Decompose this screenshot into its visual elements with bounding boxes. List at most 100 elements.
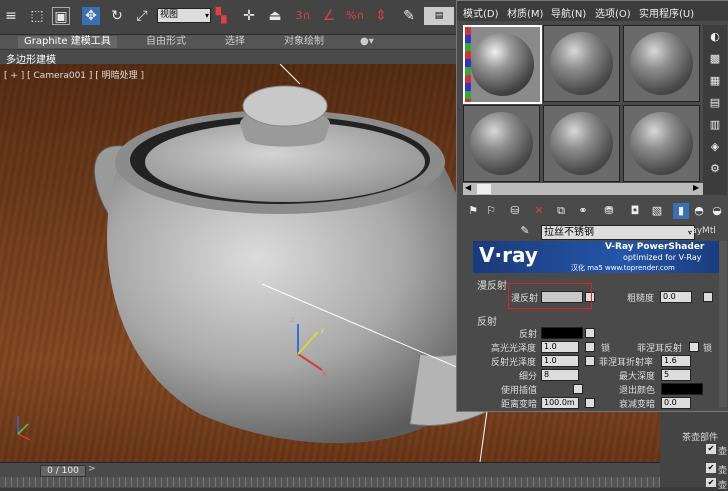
snap-3d-icon[interactable]: 3∩ — [294, 7, 312, 25]
named-selection-field[interactable]: ▤ — [424, 7, 454, 25]
select-object-icon[interactable]: ▣ — [52, 7, 70, 25]
highlight-box — [508, 283, 592, 309]
material-slot-4[interactable] — [463, 105, 540, 182]
ribbon-tabs: Graphite 建模工具 自由形式 选择 对象绘制 ●▾ — [0, 35, 460, 49]
menu-options[interactable]: 选项(O) — [595, 5, 631, 20]
lock-label: 锁 — [601, 344, 611, 354]
teapot-handle-checkbox[interactable]: ✔ — [706, 463, 716, 473]
material-toolbar: ⚑ ⚐ ⛁ ✕ ⧉ ⚭ ⛃ ◘ ▧ ▮ ◓ ◒ — [461, 203, 725, 221]
next-frame-icon[interactable]: > — [88, 464, 96, 474]
scroll-thumb[interactable] — [477, 184, 491, 194]
material-name-field[interactable]: 拉丝不锈钢 ▾ — [541, 225, 695, 240]
percent-snap-icon[interactable]: %∩ — [346, 7, 365, 25]
fresnel-label: 菲涅耳反射 — [637, 344, 683, 354]
dim-distance-field[interactable]: 100.0m — [541, 397, 579, 409]
select-region-icon[interactable]: ⬚ — [28, 7, 46, 25]
move-icon[interactable]: ✥ — [82, 7, 100, 25]
show-end-result-icon[interactable]: ▮ — [673, 203, 689, 219]
go-forward-sibling-icon[interactable]: ◒ — [709, 203, 725, 219]
dim-falloff-label: 衰减变暗 — [619, 400, 656, 410]
material-slot-2[interactable] — [543, 25, 620, 102]
subdivs-value: 8 — [544, 370, 550, 379]
options-icon[interactable]: ⚙ — [707, 161, 723, 177]
make-copy-icon[interactable]: ⧉ — [553, 203, 569, 219]
vray-logo: V·ray — [479, 243, 538, 267]
menu-utilities[interactable]: 实用程序(U) — [639, 5, 694, 20]
edit-named-selection-icon[interactable]: ≡ — [2, 7, 20, 25]
teapot-body-checkbox[interactable]: ✔ — [706, 444, 716, 454]
tab-freeform[interactable]: 自由形式 — [146, 36, 186, 48]
spinner-snap-icon[interactable]: ⇕ — [372, 7, 390, 25]
get-material-icon[interactable]: ⚑ — [465, 203, 481, 219]
put-to-scene-icon[interactable]: ⚐ — [483, 203, 499, 219]
tab-graphite[interactable]: Graphite 建模工具 — [18, 36, 117, 48]
reflection-section-title[interactable]: 反射 — [477, 313, 497, 328]
dim-distance-checkbox[interactable] — [585, 398, 595, 408]
dim-falloff-field[interactable]: 0.0 — [661, 397, 691, 409]
time-slider[interactable]: 0 / 100 — [40, 465, 86, 477]
menu-navigation[interactable]: 导航(N) — [551, 5, 586, 20]
subdivs-field[interactable]: 8 — [541, 369, 579, 381]
menu-mode[interactable]: 模式(D) — [463, 5, 499, 20]
pick-material-icon[interactable]: ✎ — [517, 223, 533, 239]
put-to-library-icon[interactable]: ⛃ — [601, 203, 617, 219]
refl-gloss-field[interactable]: 1.0 — [541, 355, 579, 367]
rotate-icon[interactable]: ↻ — [108, 7, 126, 25]
material-slot-3[interactable] — [623, 25, 700, 102]
reference-coordinate-select[interactable]: 视图 ▾ — [157, 8, 211, 23]
refl-gloss-map-button[interactable] — [585, 356, 595, 366]
uv-tiling-icon[interactable]: ▤ — [707, 95, 723, 111]
named-selection-icon[interactable]: ✎ — [400, 7, 418, 25]
material-type-button[interactable]: VRayMtl — [679, 226, 716, 236]
diffuse-section-title[interactable]: 漫反射 — [477, 277, 507, 292]
keyboard-shortcut-icon[interactable]: ⏏ — [266, 7, 284, 25]
subdivs-label: 细分 — [519, 372, 538, 382]
material-editor-menu: 模式(D) 材质(M) 导航(N) 选项(O) 实用程序(U) — [457, 1, 728, 21]
select-and-manipulate-icon[interactable]: ✛ — [240, 7, 258, 25]
hilight-gloss-lock-button[interactable] — [585, 342, 595, 352]
timeline[interactable]: 0 / 100 > — [0, 462, 660, 488]
ribbon-options-icon[interactable]: ●▾ — [360, 36, 374, 48]
roughness-map-button[interactable] — [703, 292, 713, 302]
background-icon[interactable]: ▦ — [707, 73, 723, 89]
tab-object-paint[interactable]: 对象绘制 — [284, 36, 324, 48]
backlight-icon[interactable]: ▩ — [707, 51, 723, 67]
show-map-icon[interactable]: ▧ — [649, 203, 665, 219]
material-slot-1[interactable] — [463, 25, 542, 104]
max-depth-field[interactable]: 5 — [661, 369, 691, 381]
slot-scrollbar[interactable]: ◀ ▶ — [463, 183, 703, 195]
scale-icon[interactable]: ⤢ — [133, 7, 151, 25]
fresnel-checkbox[interactable] — [689, 342, 699, 352]
reflect-map-button[interactable] — [585, 328, 595, 338]
viewport-label[interactable]: [ + ] [ Camera001 ] [ 明暗处理 ] — [4, 68, 144, 81]
material-id-icon[interactable]: ◘ — [627, 203, 643, 219]
exit-color-swatch[interactable] — [661, 383, 703, 395]
menu-material[interactable]: 材质(M) — [507, 5, 543, 20]
material-slot-5[interactable] — [543, 105, 620, 182]
material-slot-6[interactable] — [623, 105, 700, 182]
reflect-label: 反射 — [519, 330, 538, 340]
hilight-gloss-field[interactable]: 1.0 — [541, 341, 579, 353]
reflect-color-swatch[interactable] — [541, 327, 583, 339]
assign-material-icon[interactable]: ⛁ — [507, 203, 523, 219]
roughness-label: 粗糙度 — [627, 294, 655, 304]
params-scrollbar[interactable] — [719, 241, 727, 407]
video-color-icon[interactable]: ▥ — [707, 117, 723, 133]
reset-material-icon[interactable]: ✕ — [531, 203, 547, 219]
scroll-right-icon[interactable]: ▶ — [693, 183, 699, 192]
roughness-field[interactable]: 0.0 — [660, 291, 692, 303]
make-unique-icon[interactable]: ⚭ — [575, 203, 591, 219]
pivot-icon[interactable]: ▚ — [212, 7, 230, 25]
use-interpolation-checkbox[interactable] — [573, 384, 583, 394]
make-preview-icon[interactable]: ◈ — [707, 139, 723, 155]
tab-selection[interactable]: 选择 — [225, 36, 245, 48]
angle-snap-icon[interactable]: ∠ — [320, 7, 338, 25]
material-name-value: 拉丝不锈钢 — [544, 227, 594, 238]
fresnel-ior-field[interactable]: 1.6 — [661, 355, 691, 367]
scroll-left-icon[interactable]: ◀ — [465, 183, 471, 192]
banner-subtitle: optimized for V-Ray — [623, 253, 702, 262]
go-to-parent-icon[interactable]: ◓ — [691, 203, 707, 219]
teapot-spout-checkbox[interactable]: ✔ — [706, 478, 716, 487]
sample-type-icon[interactable]: ◐ — [707, 29, 723, 45]
timeline-track[interactable] — [0, 477, 660, 487]
